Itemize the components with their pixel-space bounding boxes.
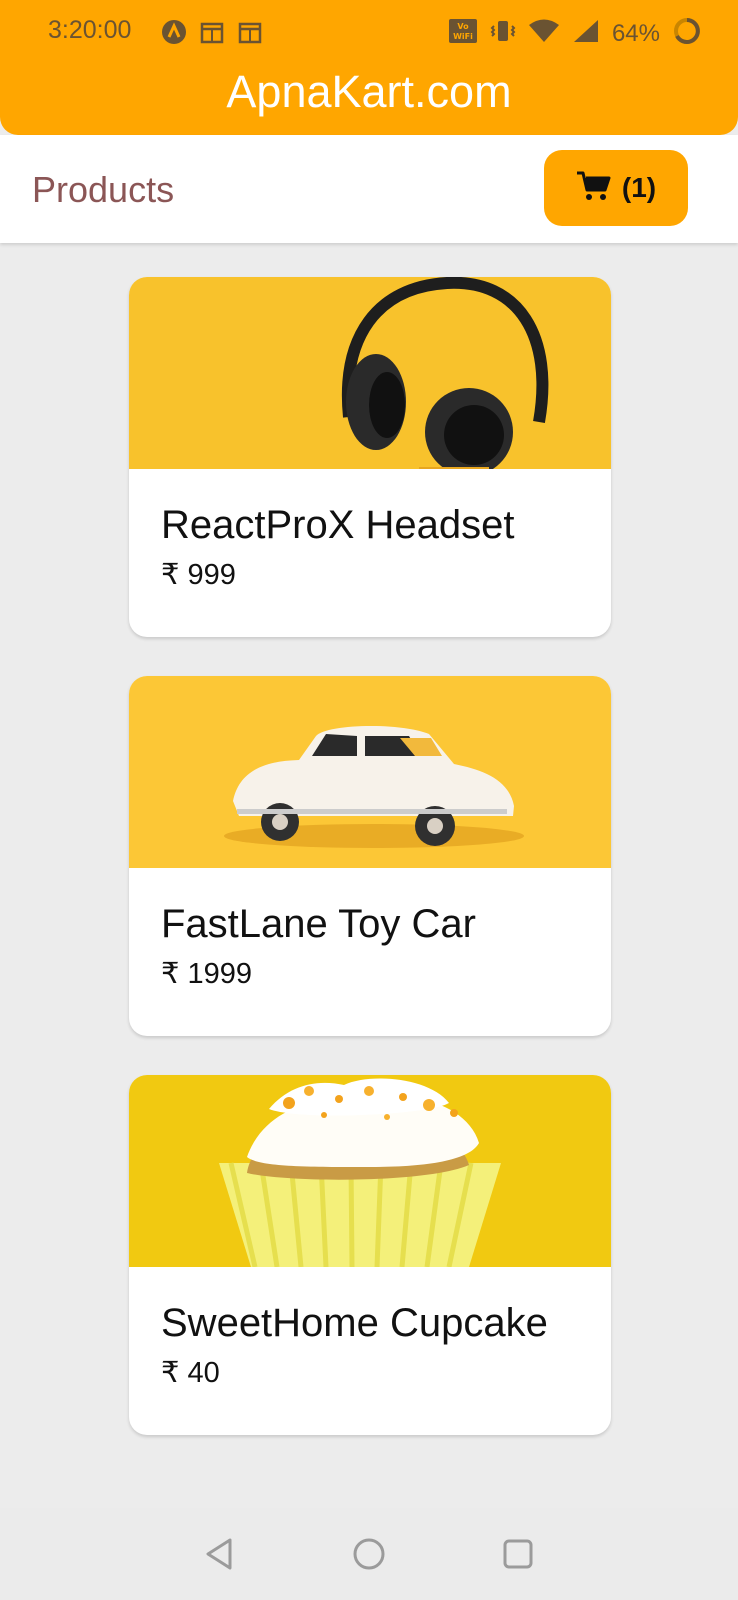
cart-icon: [576, 170, 612, 207]
back-triangle-icon[interactable]: [202, 1536, 238, 1572]
app-header: 3:20:00 Vo WiFi 64% ApnaKart.com: [0, 0, 738, 135]
cart-button[interactable]: (1): [544, 150, 688, 226]
products-subheader: Products (1): [0, 135, 738, 243]
product-price: ₹ 40: [161, 1357, 220, 1389]
calendar-icon: [198, 18, 226, 51]
status-right-icons: Vo WiFi 64%: [448, 16, 702, 51]
product-name: SweetHome Cupcake: [161, 1301, 548, 1345]
product-image-toy-car: [129, 676, 611, 868]
calendar-icon: [236, 18, 264, 51]
status-time: 3:20:00: [48, 16, 132, 44]
product-card[interactable]: SweetHome Cupcake ₹ 40: [129, 1075, 611, 1435]
product-name: FastLane Toy Car: [161, 902, 476, 946]
home-circle-icon[interactable]: [351, 1536, 387, 1572]
vibrate-icon: [490, 17, 516, 50]
app-title: ApnaKart.com: [226, 66, 512, 117]
svg-text:WiFi: WiFi: [453, 32, 473, 41]
vowifi-icon: Vo WiFi: [448, 17, 478, 50]
product-name: ReactProX Headset: [161, 503, 515, 547]
status-bar: 3:20:00 Vo WiFi 64%: [0, 8, 738, 54]
battery-ring-icon: [672, 16, 702, 51]
signal-icon: [572, 18, 600, 49]
svg-text:Vo: Vo: [457, 22, 469, 31]
product-image-headset: [129, 277, 611, 469]
product-card[interactable]: FastLane Toy Car ₹ 1999: [129, 676, 611, 1036]
product-price: ₹ 999: [161, 559, 236, 591]
battery-percent: 64%: [611, 19, 660, 47]
product-card[interactable]: ReactProX Headset ₹ 999: [129, 277, 611, 637]
cart-count: (1): [621, 172, 657, 203]
wifi-icon: [528, 18, 560, 49]
app-a-icon: [160, 18, 188, 51]
product-price: ₹ 1999: [161, 958, 253, 990]
system-navigation-bar: [0, 1508, 738, 1600]
products-title: Products: [32, 169, 175, 210]
product-image-cupcake: [129, 1075, 611, 1267]
status-left-icons: [160, 18, 264, 51]
recents-square-icon[interactable]: [500, 1536, 536, 1572]
